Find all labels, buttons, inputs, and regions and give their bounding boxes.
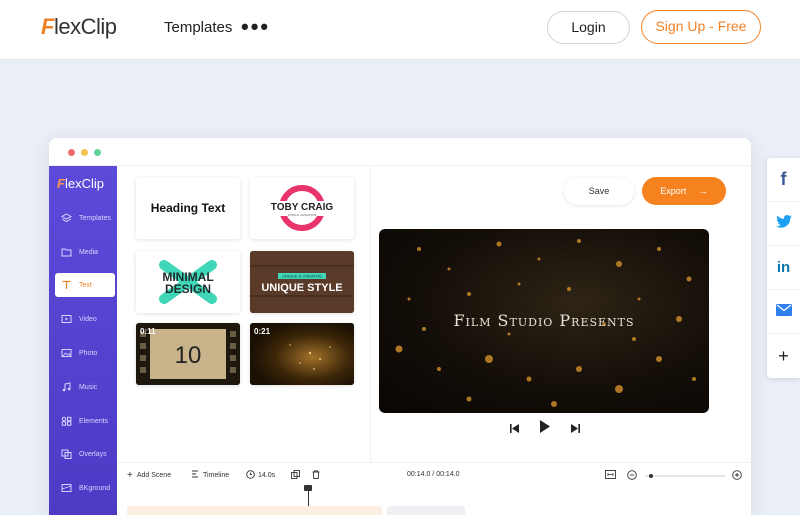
- time-display: 00:14.0 / 00:14.0: [407, 471, 460, 478]
- arrow-right-icon: →: [698, 186, 708, 196]
- duration-badge: 0:11: [140, 327, 156, 336]
- duration-badge: 0:21: [254, 327, 271, 336]
- add-scene-button[interactable]: + Add Scene: [127, 470, 171, 481]
- unique-style-template[interactable]: UNIQUE & CREATIVE UNIQUE STYLE: [250, 251, 354, 313]
- sidebar-item-elements[interactable]: Elements: [55, 409, 115, 433]
- facebook-icon: f: [780, 169, 787, 189]
- duplicate-icon[interactable]: [291, 470, 300, 479]
- timeline-icon: [191, 470, 199, 480]
- zoom-slider[interactable]: [645, 474, 725, 478]
- playback-controls: [510, 420, 580, 438]
- sidebar-item-templates[interactable]: Templates: [55, 206, 115, 230]
- layers-icon: [59, 212, 73, 224]
- skip-forward-icon[interactable]: [570, 420, 580, 438]
- unique-style-graphic: UNIQUE & CREATIVE UNIQUE STYLE: [250, 251, 354, 313]
- duration-setting[interactable]: 14.0s: [246, 470, 275, 481]
- svg-text:TOBY CRAIG: TOBY CRAIG: [271, 202, 334, 213]
- svg-text:UNIQUE STYLE: UNIQUE STYLE: [261, 282, 342, 294]
- top-navigation: FlexClip Templates ••• Login Sign Up - F…: [0, 0, 800, 60]
- sidebar-item-video[interactable]: Video: [55, 307, 115, 331]
- window-maximize-dot: [94, 149, 101, 156]
- video-preview[interactable]: Film Studio Presents: [379, 229, 709, 413]
- sidebar-item-overlays[interactable]: Overlays: [55, 442, 115, 466]
- overlays-icon: [59, 448, 73, 460]
- photo-icon: [59, 347, 73, 359]
- linkedin-share-button[interactable]: in: [767, 246, 800, 290]
- twitter-icon: [775, 214, 792, 233]
- login-button[interactable]: Login: [547, 11, 630, 44]
- timeline-toggle[interactable]: Timeline: [191, 470, 229, 480]
- svg-text:UNIQUE & CREATIVE: UNIQUE & CREATIVE: [282, 274, 322, 279]
- sidebar-item-photo[interactable]: Photo: [55, 341, 115, 365]
- play-icon[interactable]: [539, 420, 551, 438]
- folder-icon: [59, 246, 73, 258]
- svg-text:10: 10: [175, 342, 202, 369]
- twitter-share-button[interactable]: [767, 202, 800, 246]
- sidebar-logo: FlexClip: [57, 176, 104, 191]
- more-share-button[interactable]: +: [767, 334, 800, 378]
- nav-templates-link[interactable]: Templates: [164, 19, 232, 36]
- editor-sidebar: FlexClip Templates Media Text Video Phot…: [49, 166, 117, 515]
- background-icon: [59, 482, 73, 494]
- trash-icon[interactable]: [312, 470, 320, 479]
- preview-title-text: Film Studio Presents: [453, 311, 635, 330]
- sidebar-item-background[interactable]: BKground: [55, 476, 115, 500]
- plus-icon: +: [127, 470, 133, 481]
- window-minimize-dot: [81, 149, 88, 156]
- timeline-clip[interactable]: [127, 506, 382, 515]
- export-button[interactable]: Export →: [642, 177, 726, 205]
- window-close-dot: [68, 149, 75, 156]
- editor-preview-window: FlexClip Templates Media Text Video Phot…: [49, 138, 751, 515]
- facebook-share-button[interactable]: f: [767, 158, 800, 202]
- svg-text:DESIGN: DESIGN: [165, 282, 211, 296]
- toby-craig-template[interactable]: TOBY CRAIG WORLD CHAMPION: [250, 177, 354, 239]
- skip-back-icon[interactable]: [510, 420, 520, 438]
- timeline-toolbar: + Add Scene Timeline 14.0s 00:14.0 / 00:…: [117, 462, 751, 486]
- video-icon: [59, 313, 73, 325]
- fit-screen-icon[interactable]: [605, 470, 616, 479]
- save-button[interactable]: Save: [564, 177, 634, 205]
- minimal-design-graphic: MINIMAL DESIGN: [159, 260, 217, 304]
- heading-text-template[interactable]: Heading Text: [136, 177, 240, 239]
- text-icon: [59, 279, 73, 291]
- signup-button[interactable]: Sign Up - Free: [641, 10, 761, 44]
- flexclip-logo[interactable]: FlexClip: [41, 14, 117, 40]
- zoom-out-icon[interactable]: [627, 470, 637, 480]
- zoom-in-icon[interactable]: [732, 470, 742, 480]
- text-templates-panel: Heading Text TOBY CRAIG WORLD CHAMPION M…: [117, 166, 371, 462]
- gold-particles-template[interactable]: 0:21: [250, 323, 354, 385]
- sidebar-item-media[interactable]: Media: [55, 240, 115, 264]
- linkedin-icon: in: [776, 259, 791, 276]
- timeline-clip[interactable]: [387, 506, 465, 515]
- clock-icon: [246, 470, 255, 481]
- email-share-button[interactable]: [767, 290, 800, 334]
- plus-icon: +: [778, 345, 789, 366]
- elements-icon: [59, 415, 73, 427]
- email-icon: [775, 303, 792, 321]
- film-countdown-template[interactable]: 10 0:11: [136, 323, 240, 385]
- more-menu-icon[interactable]: •••: [241, 14, 270, 40]
- social-share-bar: f in +: [767, 158, 800, 378]
- sidebar-item-text[interactable]: Text: [55, 273, 115, 297]
- svg-text:WORLD CHAMPION: WORLD CHAMPION: [288, 213, 316, 217]
- music-icon: [59, 381, 73, 393]
- toby-craig-graphic: TOBY CRAIG WORLD CHAMPION: [271, 185, 334, 231]
- minimal-design-template[interactable]: MINIMAL DESIGN: [136, 251, 240, 313]
- window-titlebar: [49, 138, 751, 166]
- sidebar-item-music[interactable]: Music: [55, 375, 115, 399]
